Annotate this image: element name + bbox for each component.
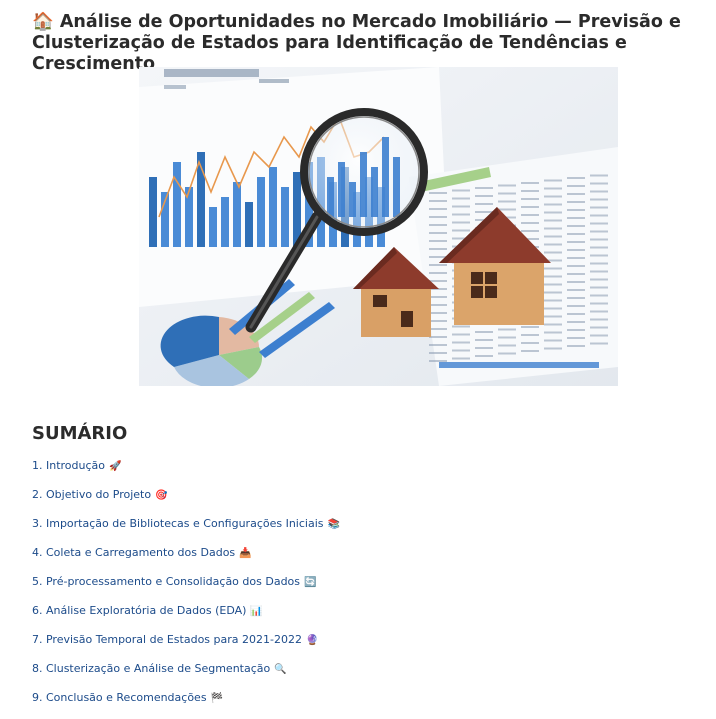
toc-link-objetivo[interactable]: 2. Objetivo do Projeto 🎯 bbox=[32, 488, 168, 501]
toc-item: 1. Introdução 🚀 bbox=[32, 458, 340, 487]
illustration-bar bbox=[257, 177, 265, 247]
illustration-bar bbox=[233, 182, 241, 247]
toc-heading: SUMÁRIO bbox=[32, 423, 128, 444]
toc-link-importacao[interactable]: 3. Importação de Bibliotecas e Configura… bbox=[32, 517, 340, 530]
toc-link-introducao[interactable]: 1. Introdução 🚀 bbox=[32, 459, 121, 472]
illustration-bar bbox=[269, 167, 277, 247]
refresh-icon: 🔄 bbox=[304, 577, 317, 588]
toc-link-conclusao[interactable]: 9. Conclusão e Recomendações 🏁 bbox=[32, 691, 223, 704]
illustration-bar bbox=[245, 202, 253, 247]
crystal-ball-icon: 🔮 bbox=[305, 635, 319, 646]
page-title-text: Análise de Oportunidades no Mercado Imob… bbox=[32, 12, 681, 74]
toc-item: 9. Conclusão e Recomendações 🏁 bbox=[32, 690, 340, 719]
toc-item: 4. Coleta e Carregamento dos Dados 📥 bbox=[32, 545, 340, 574]
house-icon: 🏠 bbox=[32, 12, 54, 32]
illustration-bar bbox=[221, 197, 229, 247]
toc-link-clusterizacao[interactable]: 8. Clusterização e Análise de Segmentaçã… bbox=[32, 662, 287, 675]
inbox-icon: 📥 bbox=[239, 548, 252, 559]
toc-item: 5. Pré-processamento e Consolidação dos … bbox=[32, 574, 340, 603]
toc-link-previsao[interactable]: 7. Previsão Temporal de Estados para 202… bbox=[32, 633, 318, 646]
toc-link-preprocessamento[interactable]: 5. Pré-processamento e Consolidação dos … bbox=[32, 575, 316, 588]
toc-link-coleta[interactable]: 4. Coleta e Carregamento dos Dados 📥 bbox=[32, 546, 252, 559]
toc-item: 8. Clusterização e Análise de Segmentaçã… bbox=[32, 661, 340, 690]
checkered-flag-icon: 🏁 bbox=[210, 693, 224, 704]
notebook-page: 🏠 Análise de Oportunidades no Mercado Im… bbox=[0, 0, 716, 716]
illustration-bar bbox=[149, 177, 157, 247]
toc-item: 6. Análise Exploratória de Dados (EDA) 📊 bbox=[32, 603, 340, 632]
rocket-icon: 🚀 bbox=[109, 461, 122, 472]
target-icon: 🎯 bbox=[155, 490, 168, 501]
toc-link-eda[interactable]: 6. Análise Exploratória de Dados (EDA) 📊 bbox=[32, 604, 263, 617]
toc-item: 3. Importação de Bibliotecas e Configura… bbox=[32, 516, 340, 545]
illustration-bar bbox=[209, 207, 217, 247]
toc-item: 7. Previsão Temporal de Estados para 202… bbox=[32, 632, 340, 661]
illustration-bar bbox=[281, 187, 289, 247]
table-of-contents: 1. Introdução 🚀 2. Objetivo do Projeto 🎯 3… bbox=[32, 458, 340, 719]
magnifier-icon: 🔍 bbox=[274, 664, 287, 675]
page-title: 🏠 Análise de Oportunidades no Mercado Im… bbox=[32, 12, 702, 75]
books-icon: 📚 bbox=[327, 519, 340, 530]
illustration-bar bbox=[173, 162, 181, 247]
toc-item: 2. Objetivo do Projeto 🎯 bbox=[32, 487, 340, 516]
hero-image bbox=[139, 67, 618, 386]
bar-chart-icon: 📊 bbox=[250, 606, 263, 617]
